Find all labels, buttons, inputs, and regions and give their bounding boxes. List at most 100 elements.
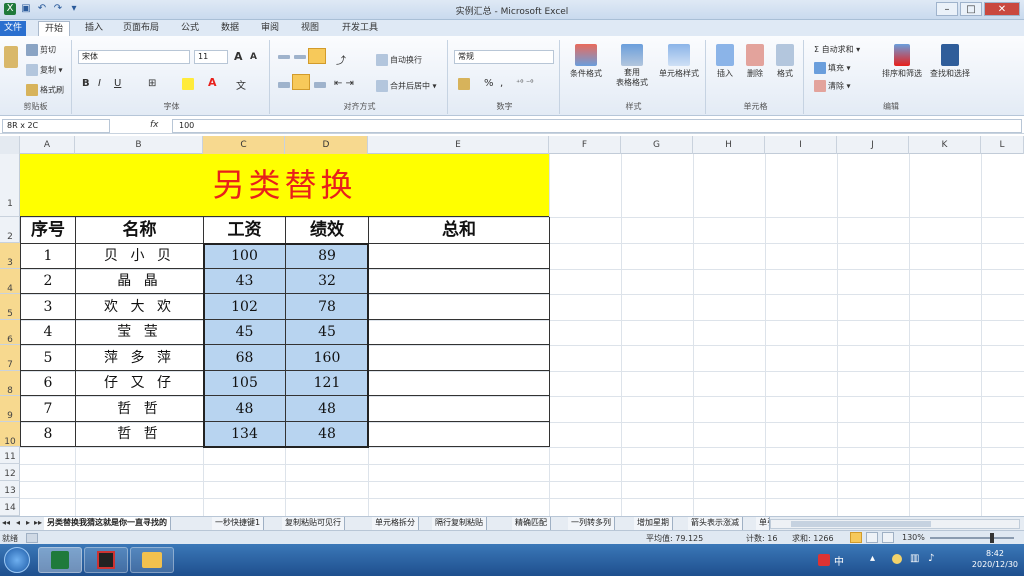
minimize-button[interactable]: – (936, 2, 958, 16)
align-bottom-button[interactable] (308, 48, 326, 64)
volume-icon[interactable]: ♪ (928, 553, 934, 564)
cell-name[interactable]: 贝 小 贝 (76, 243, 204, 269)
align-right-button[interactable] (314, 80, 328, 89)
col-header-f[interactable]: F (549, 136, 621, 154)
col-header-k[interactable]: K (909, 136, 981, 154)
cell-salary[interactable]: 45 (204, 320, 286, 345)
orientation-button[interactable]: ⤴ (336, 52, 346, 67)
col-header-a[interactable]: A (20, 136, 75, 154)
ime-language[interactable]: 中 (834, 553, 844, 568)
ime-logo-icon[interactable] (818, 554, 830, 566)
row-header[interactable]: 14 (0, 498, 20, 516)
align-center-button[interactable] (292, 74, 310, 90)
horizontal-scrollbar[interactable] (770, 519, 1020, 529)
insert-cells-button[interactable]: 插入 (710, 44, 740, 79)
sheet-tab[interactable]: 另类替换我猜这就是你一直寻找的 (44, 517, 171, 530)
system-clock[interactable]: 8:42 2020/12/30 (972, 548, 1018, 570)
tab-file[interactable]: 文件 (0, 21, 26, 36)
col-header-d[interactable]: D (285, 136, 368, 154)
cell-total[interactable] (369, 243, 550, 269)
cell-salary[interactable]: 43 (204, 269, 286, 294)
notification-icon[interactable] (892, 554, 902, 564)
header-seq[interactable]: 序号 (20, 217, 76, 244)
fill-button[interactable]: 填充 ▾ (814, 62, 851, 74)
find-select-button[interactable]: 查找和选择 (926, 44, 974, 79)
clear-button[interactable]: 清除 ▾ (814, 80, 851, 92)
cell-salary[interactable]: 102 (204, 294, 286, 320)
cell-performance[interactable]: 78 (286, 294, 369, 320)
italic-button[interactable]: I (98, 78, 101, 89)
zoom-slider[interactable] (930, 537, 1014, 539)
sheet-tab[interactable]: 一秒快捷键1 (212, 517, 265, 530)
col-header-e[interactable]: E (368, 136, 549, 154)
page-break-view-icon[interactable] (882, 532, 894, 543)
decimal-buttons[interactable]: ⁺⁰ ⁻⁰ (516, 78, 533, 87)
header-total[interactable]: 总和 (369, 217, 550, 244)
col-header-c[interactable]: C (203, 136, 285, 154)
underline-button[interactable]: U (114, 78, 121, 89)
cell-total[interactable] (369, 422, 550, 447)
row-header[interactable]: 1 (0, 154, 20, 217)
cell-salary[interactable]: 68 (204, 345, 286, 371)
cell-salary[interactable]: 105 (204, 371, 286, 396)
format-cells-button[interactable]: 格式 (770, 44, 800, 79)
grow-font-button[interactable]: A (234, 50, 243, 63)
cell-seq[interactable]: 5 (20, 345, 76, 371)
sheet-tab[interactable]: 一列转多列 (568, 517, 615, 530)
sheet-tab[interactable]: 单引 (756, 517, 770, 530)
row-header[interactable]: 3 (0, 243, 20, 269)
align-middle-button[interactable] (294, 52, 308, 61)
cell-performance[interactable]: 48 (286, 396, 369, 422)
tab-data[interactable]: 数据 (216, 21, 244, 36)
cell-salary[interactable]: 48 (204, 396, 286, 422)
cut-button[interactable]: 剪切 (26, 44, 56, 56)
font-color-button[interactable]: A (208, 76, 217, 89)
row-header[interactable]: 10 (0, 422, 20, 447)
currency-button[interactable] (458, 78, 472, 90)
normal-view-icon[interactable] (850, 532, 862, 543)
col-header-i[interactable]: I (765, 136, 837, 154)
recorder-taskbar-icon[interactable] (84, 547, 128, 573)
row-header[interactable]: 6 (0, 320, 20, 345)
cell-name[interactable]: 欢 大 欢 (76, 294, 204, 320)
col-header-b[interactable]: B (75, 136, 203, 154)
tab-review[interactable]: 审阅 (256, 21, 284, 36)
row-header[interactable]: 12 (0, 464, 20, 481)
align-left-button[interactable] (278, 80, 292, 89)
col-header-g[interactable]: G (621, 136, 693, 154)
font-name-select[interactable]: 宋体 (78, 50, 190, 64)
cell-name[interactable]: 仔 又 仔 (76, 371, 204, 396)
phonetic-button[interactable]: 文 (236, 77, 246, 92)
cell-performance[interactable]: 121 (286, 371, 369, 396)
cell-name[interactable]: 晶 晶 (76, 269, 204, 294)
cell-seq[interactable]: 8 (20, 422, 76, 447)
sheet-tab[interactable]: 箭头表示涨减 (688, 517, 743, 530)
copy-button[interactable]: 复制 ▾ (26, 64, 63, 76)
cell-name[interactable]: 哲 哲 (76, 422, 204, 447)
name-box[interactable]: 8R x 2C (2, 119, 110, 133)
col-header-l[interactable]: L (981, 136, 1024, 154)
row-header[interactable]: 4 (0, 269, 20, 294)
row-header[interactable]: 13 (0, 481, 20, 498)
cell-salary[interactable]: 134 (204, 422, 286, 447)
delete-cells-button[interactable]: 删除 (740, 44, 770, 79)
fill-color-button[interactable] (182, 78, 196, 90)
cell-seq[interactable]: 1 (20, 243, 76, 269)
header-performance[interactable]: 绩效 (286, 217, 369, 244)
excel-taskbar-icon[interactable] (38, 547, 82, 573)
next-sheet-icon[interactable]: ▸ (26, 518, 30, 527)
zoom-slider-handle[interactable] (990, 533, 994, 543)
cell-seq[interactable]: 7 (20, 396, 76, 422)
indent-buttons[interactable]: ⇤ ⇥ (334, 78, 354, 89)
sheet-tab[interactable]: 单元格拆分 (372, 517, 419, 530)
cell-performance[interactable]: 32 (286, 269, 369, 294)
row-header[interactable]: 7 (0, 345, 20, 371)
row-header[interactable]: 2 (0, 217, 20, 243)
start-button-icon[interactable] (4, 547, 30, 573)
cell-total[interactable] (369, 320, 550, 345)
insert-function-icon[interactable]: fx (150, 120, 159, 130)
percent-button[interactable]: % (484, 78, 494, 89)
sort-filter-button[interactable]: 排序和筛选 (878, 44, 926, 79)
autosum-button[interactable]: Σ 自动求和 ▾ (814, 44, 860, 55)
formula-input[interactable]: 100 (172, 119, 1022, 133)
